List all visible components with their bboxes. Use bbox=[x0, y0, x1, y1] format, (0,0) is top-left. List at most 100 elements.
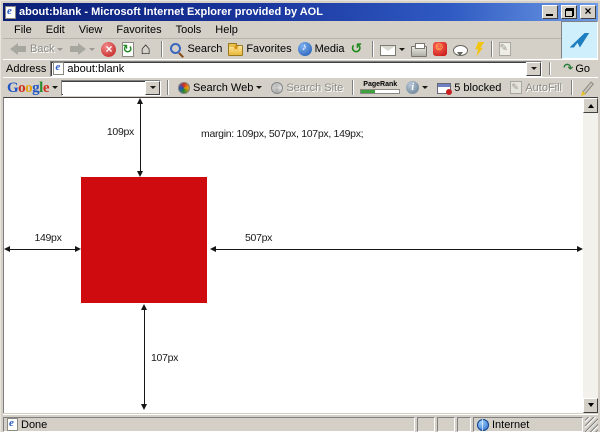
quick-connect-button[interactable] bbox=[471, 41, 488, 58]
toolbar-separator bbox=[352, 80, 354, 95]
aol-logo-icon bbox=[570, 33, 590, 48]
minimize-button[interactable] bbox=[542, 5, 558, 19]
margin-declaration-text: margin: 109px, 507px, 107px, 149px; bbox=[201, 128, 363, 140]
page-info-button[interactable] bbox=[403, 80, 431, 95]
scroll-down-icon bbox=[588, 403, 594, 410]
standard-toolbar: Back Search Favorites bbox=[3, 39, 561, 59]
lightning-icon bbox=[474, 42, 485, 57]
google-ball-disabled-icon bbox=[271, 82, 283, 94]
media-icon bbox=[298, 42, 312, 56]
search-site-button[interactable]: Search Site bbox=[268, 81, 346, 95]
go-label: Go bbox=[575, 63, 590, 75]
messenger-button[interactable] bbox=[430, 41, 450, 57]
address-label: Address bbox=[6, 63, 46, 75]
minimize-icon bbox=[546, 14, 553, 16]
search-site-label: Search Site bbox=[286, 82, 343, 94]
toolbar-separator bbox=[549, 62, 551, 75]
status-text: Done bbox=[21, 419, 47, 431]
favorites-label: Favorites bbox=[246, 43, 291, 55]
page-content: 109px margin: 109px, 507px, 107px, 149px… bbox=[3, 97, 598, 413]
mail-button[interactable] bbox=[377, 42, 408, 57]
google-ball-icon bbox=[178, 82, 190, 94]
scroll-up-button[interactable] bbox=[583, 98, 598, 113]
messenger-smiley-icon bbox=[433, 42, 447, 56]
google-letter: G bbox=[7, 80, 18, 96]
google-search-box bbox=[61, 80, 161, 96]
bottom-margin-arrow bbox=[140, 304, 149, 410]
search-web-dropdown-icon[interactable] bbox=[256, 86, 262, 92]
status-bar: Done Internet bbox=[3, 414, 598, 432]
highlight-button[interactable] bbox=[579, 80, 597, 96]
menu-view[interactable]: View bbox=[72, 22, 110, 38]
red-box bbox=[81, 177, 207, 303]
speech-bubble-icon bbox=[453, 45, 468, 56]
media-label: Media bbox=[315, 43, 345, 55]
forward-dropdown-icon[interactable] bbox=[89, 48, 95, 54]
google-menu-dropdown-icon[interactable] bbox=[52, 86, 58, 92]
zone-text: Internet bbox=[492, 419, 529, 431]
title-bar: about:blank - Microsoft Internet Explore… bbox=[3, 3, 598, 21]
search-web-button[interactable]: Search Web bbox=[175, 81, 265, 95]
address-bar: Address about:blank Go bbox=[3, 59, 598, 77]
aol-logo-button[interactable] bbox=[561, 21, 598, 59]
restore-button[interactable] bbox=[561, 5, 577, 19]
close-icon bbox=[584, 6, 591, 18]
google-letter: o bbox=[25, 80, 32, 96]
browser-window: about:blank - Microsoft Internet Explore… bbox=[0, 0, 600, 432]
address-input[interactable]: about:blank bbox=[50, 61, 542, 77]
menu-favorites[interactable]: Favorites bbox=[109, 22, 168, 38]
mail-dropdown-icon[interactable] bbox=[399, 48, 405, 54]
back-dropdown-icon[interactable] bbox=[57, 48, 63, 54]
print-button[interactable] bbox=[408, 41, 430, 58]
pagerank-label: PageRank bbox=[363, 81, 397, 88]
left-margin-label: 149px bbox=[22, 232, 74, 244]
info-icon bbox=[406, 81, 419, 94]
stop-button[interactable] bbox=[98, 41, 119, 58]
edit-button[interactable] bbox=[496, 41, 514, 57]
favorites-button[interactable]: Favorites bbox=[225, 41, 294, 57]
internet-globe-icon bbox=[477, 419, 489, 431]
window-resize-grip[interactable] bbox=[585, 417, 598, 432]
home-button[interactable] bbox=[137, 41, 158, 58]
discuss-button[interactable] bbox=[450, 42, 471, 57]
info-dropdown-icon[interactable] bbox=[422, 86, 428, 92]
go-button[interactable]: Go bbox=[558, 61, 595, 76]
toolbar-separator bbox=[491, 41, 493, 57]
status-pane bbox=[457, 417, 471, 432]
media-button[interactable]: Media bbox=[295, 41, 348, 57]
menu-help[interactable]: Help bbox=[208, 22, 245, 38]
search-button[interactable]: Search bbox=[166, 41, 225, 57]
menu-file[interactable]: File bbox=[7, 22, 39, 38]
bottom-margin-label: 107px bbox=[151, 352, 178, 364]
highlighter-pen-icon bbox=[582, 81, 594, 94]
status-pane bbox=[417, 417, 435, 432]
google-letter: g bbox=[32, 80, 39, 96]
forward-button[interactable] bbox=[66, 41, 98, 57]
scroll-down-button[interactable] bbox=[583, 398, 598, 413]
vertical-scrollbar[interactable] bbox=[583, 98, 598, 413]
close-button[interactable] bbox=[580, 5, 596, 19]
search-icon bbox=[169, 42, 184, 56]
status-pane bbox=[437, 417, 455, 432]
toolbar-separator bbox=[161, 41, 163, 57]
refresh-button[interactable] bbox=[119, 41, 137, 58]
pagerank-indicator[interactable]: PageRank bbox=[360, 81, 400, 94]
back-button[interactable]: Back bbox=[7, 41, 66, 57]
popup-blocked-icon bbox=[437, 83, 451, 94]
history-button[interactable] bbox=[348, 41, 369, 58]
address-value: about:blank bbox=[67, 63, 523, 75]
autofill-icon bbox=[510, 81, 522, 94]
right-margin-arrow bbox=[210, 245, 583, 254]
google-search-dropdown-button[interactable] bbox=[145, 81, 160, 95]
google-logo[interactable]: Google bbox=[7, 80, 49, 96]
google-toolbar: Google Search Web Search Site PageRank 5… bbox=[3, 77, 598, 97]
restore-icon bbox=[565, 8, 574, 17]
menu-edit[interactable]: Edit bbox=[39, 22, 72, 38]
refresh-icon bbox=[122, 42, 134, 57]
back-icon bbox=[10, 42, 27, 56]
menu-tools[interactable]: Tools bbox=[169, 22, 209, 38]
address-dropdown-button[interactable] bbox=[526, 62, 541, 76]
popup-blocker-button[interactable]: 5 blocked bbox=[434, 80, 504, 95]
google-search-input[interactable] bbox=[62, 82, 145, 94]
autofill-button[interactable]: AutoFill bbox=[507, 80, 565, 95]
